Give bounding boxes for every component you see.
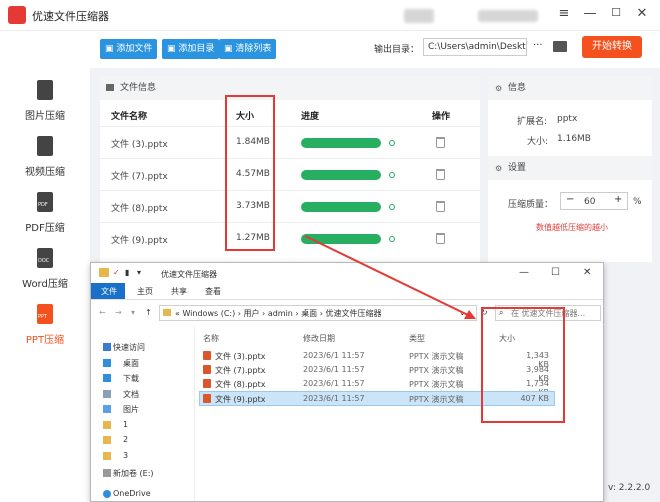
annotation-arrow bbox=[304, 235, 476, 319]
